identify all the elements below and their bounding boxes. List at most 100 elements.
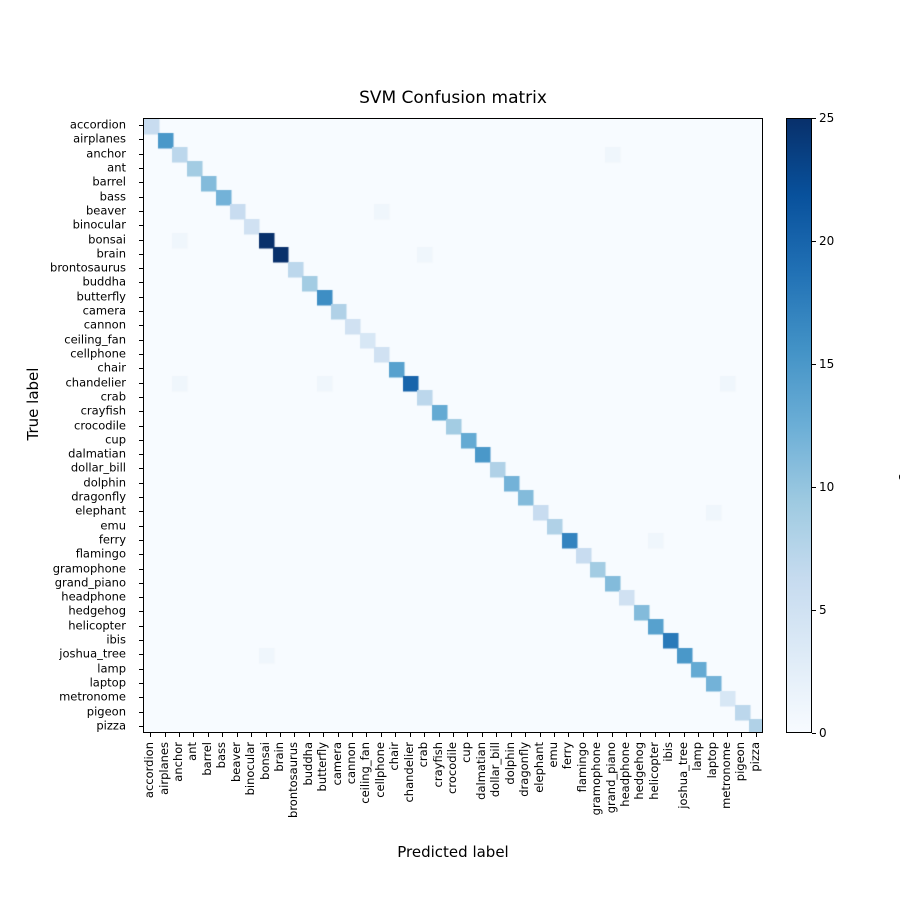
- y-tick-label-elephant: elephant: [75, 503, 126, 518]
- x-tick-label-bonsai: bonsai: [257, 742, 272, 780]
- x-tick-label-flamingo: flamingo: [574, 742, 589, 793]
- x-tick-mark: [164, 733, 166, 737]
- x-tick-mark: [265, 733, 267, 737]
- y-tick-label-anchor: anchor: [86, 146, 126, 160]
- x-tick-label-brontosaurus: brontosaurus: [286, 742, 301, 818]
- y-tick-label-ibis: ibis: [106, 632, 126, 647]
- x-tick-label-metronome: metronome: [718, 742, 733, 809]
- x-tick-mark: [337, 733, 339, 737]
- y-tick-label-bonsai: bonsai: [88, 231, 126, 246]
- x-tick-label-crocodile: crocodile: [445, 742, 459, 794]
- y-tick-label-beaver: beaver: [85, 203, 126, 218]
- x-tick-mark: [611, 733, 613, 737]
- y-tick-label-brain: brain: [96, 246, 126, 261]
- x-tick-mark: [207, 733, 209, 737]
- y-tick-label-bass: bass: [99, 188, 126, 203]
- x-tick-label-dalmatian: dalmatian: [473, 742, 488, 800]
- x-tick-mark: [741, 733, 743, 737]
- x-tick-mark: [236, 733, 238, 737]
- x-tick-label-buddha: buddha: [300, 742, 315, 786]
- x-tick-mark: [496, 733, 498, 737]
- y-tick-label-binocular: binocular: [72, 217, 126, 232]
- x-tick-mark: [712, 733, 714, 737]
- x-tick-mark: [380, 733, 382, 737]
- x-tick-label-elephant: elephant: [531, 742, 546, 793]
- x-tick-label-cellphone: cellphone: [372, 742, 387, 798]
- x-tick-mark: [640, 733, 642, 737]
- x-tick-mark: [438, 733, 440, 737]
- x-tick-label-accordion: accordion: [142, 742, 157, 799]
- x-tick-label-butterfly: butterfly: [315, 742, 330, 792]
- y-tick-label-dalmatian: dalmatian: [68, 446, 126, 461]
- x-tick-label-ant: ant: [185, 742, 200, 761]
- y-tick-label-metronome: metronome: [59, 689, 126, 704]
- x-tick-mark: [510, 733, 512, 737]
- colorbar-tick-mark: [812, 364, 816, 365]
- x-tick-mark: [582, 733, 584, 737]
- y-axis-tick-labels: accordion airplanes anchor ant barrel bass bea…: [0, 118, 143, 733]
- y-tick-label-crab: crab: [100, 389, 126, 404]
- heatmap-plot-area: [143, 118, 763, 733]
- y-tick-label-cannon: cannon: [83, 317, 126, 332]
- y-tick-label-emu: emu: [100, 517, 126, 532]
- colorbar-tick-label-20: 20: [819, 234, 835, 248]
- colorbar-tick-label-10: 10: [819, 480, 835, 494]
- x-tick-label-laptop: laptop: [704, 742, 719, 779]
- y-tick-label-gramophone: gramophone: [52, 560, 126, 575]
- y-tick-label-dragonfly: dragonfly: [71, 489, 126, 504]
- x-tick-mark: [150, 733, 152, 737]
- y-tick-label-cellphone: cellphone: [70, 346, 126, 361]
- y-tick-label-airplanes: airplanes: [73, 131, 126, 146]
- x-tick-mark: [553, 733, 555, 737]
- y-tick-label-ferry: ferry: [98, 532, 126, 547]
- x-tick-mark: [726, 733, 728, 737]
- x-tick-mark: [597, 733, 599, 737]
- colorbar-tick-mark: [812, 733, 816, 734]
- x-tick-label-chandelier: chandelier: [401, 742, 416, 803]
- x-tick-label-dragonfly: dragonfly: [517, 742, 532, 797]
- x-axis-tick-labels: accordion airplanes anchor ant barrel bass bea…: [142, 733, 763, 843]
- y-tick-label-camera: camera: [82, 303, 126, 318]
- x-tick-label-grand_piano: grand_piano: [603, 742, 618, 814]
- x-tick-mark: [352, 733, 354, 737]
- x-tick-mark: [279, 733, 281, 737]
- colorbar-tick-mark: [812, 241, 816, 242]
- x-tick-mark: [626, 733, 628, 737]
- y-tick-label-chandelier: chandelier: [65, 374, 126, 389]
- y-tick-label-butterfly: butterfly: [76, 289, 126, 304]
- confusion-matrix-heatmap: [144, 119, 762, 732]
- x-tick-label-binocular: binocular: [243, 742, 258, 796]
- x-tick-mark: [251, 733, 253, 737]
- colorbar-tick-mark: [812, 487, 816, 488]
- x-tick-label-ceiling_fan: ceiling_fan: [358, 742, 373, 804]
- x-tick-mark: [222, 733, 224, 737]
- y-tick-label-cup: cup: [105, 432, 126, 447]
- y-tick-label-brontosaurus: brontosaurus: [50, 260, 126, 275]
- y-tick-label-chair: chair: [97, 360, 126, 375]
- x-tick-mark: [539, 733, 541, 737]
- y-tick-label-hedgehog: hedgehog: [68, 603, 126, 618]
- y-tick-label-buddha: buddha: [82, 274, 126, 289]
- x-tick-label-beaver: beaver: [228, 742, 243, 783]
- x-tick-label-pizza: pizza: [747, 742, 762, 772]
- x-tick-label-barrel: barrel: [199, 742, 214, 776]
- y-tick-label-dolphin: dolphin: [83, 474, 126, 489]
- x-tick-mark: [481, 733, 483, 737]
- y-tick-label-grand_piano: grand_piano: [54, 575, 126, 590]
- y-tick-label-headphone: headphone: [61, 589, 126, 604]
- x-tick-label-ibis: ibis: [661, 742, 676, 762]
- colorbar-tick-label-15: 15: [819, 357, 835, 371]
- x-tick-label-pigeon: pigeon: [733, 742, 748, 782]
- x-tick-label-anchor: anchor: [171, 742, 186, 782]
- x-tick-mark: [409, 733, 411, 737]
- y-tick-label-pizza: pizza: [96, 718, 126, 733]
- x-tick-label-airplanes: airplanes: [156, 742, 171, 795]
- x-tick-label-hedgehog: hedgehog: [632, 742, 647, 800]
- page-title: SVM Confusion matrix: [359, 88, 547, 108]
- x-tick-mark: [323, 733, 325, 737]
- y-tick-label-pigeon: pigeon: [86, 703, 126, 718]
- colorbar-tick-label-5: 5: [819, 603, 827, 617]
- x-tick-mark: [308, 733, 310, 737]
- x-tick-mark: [654, 733, 656, 737]
- x-tick-label-joshua_tree: joshua_tree: [675, 742, 690, 809]
